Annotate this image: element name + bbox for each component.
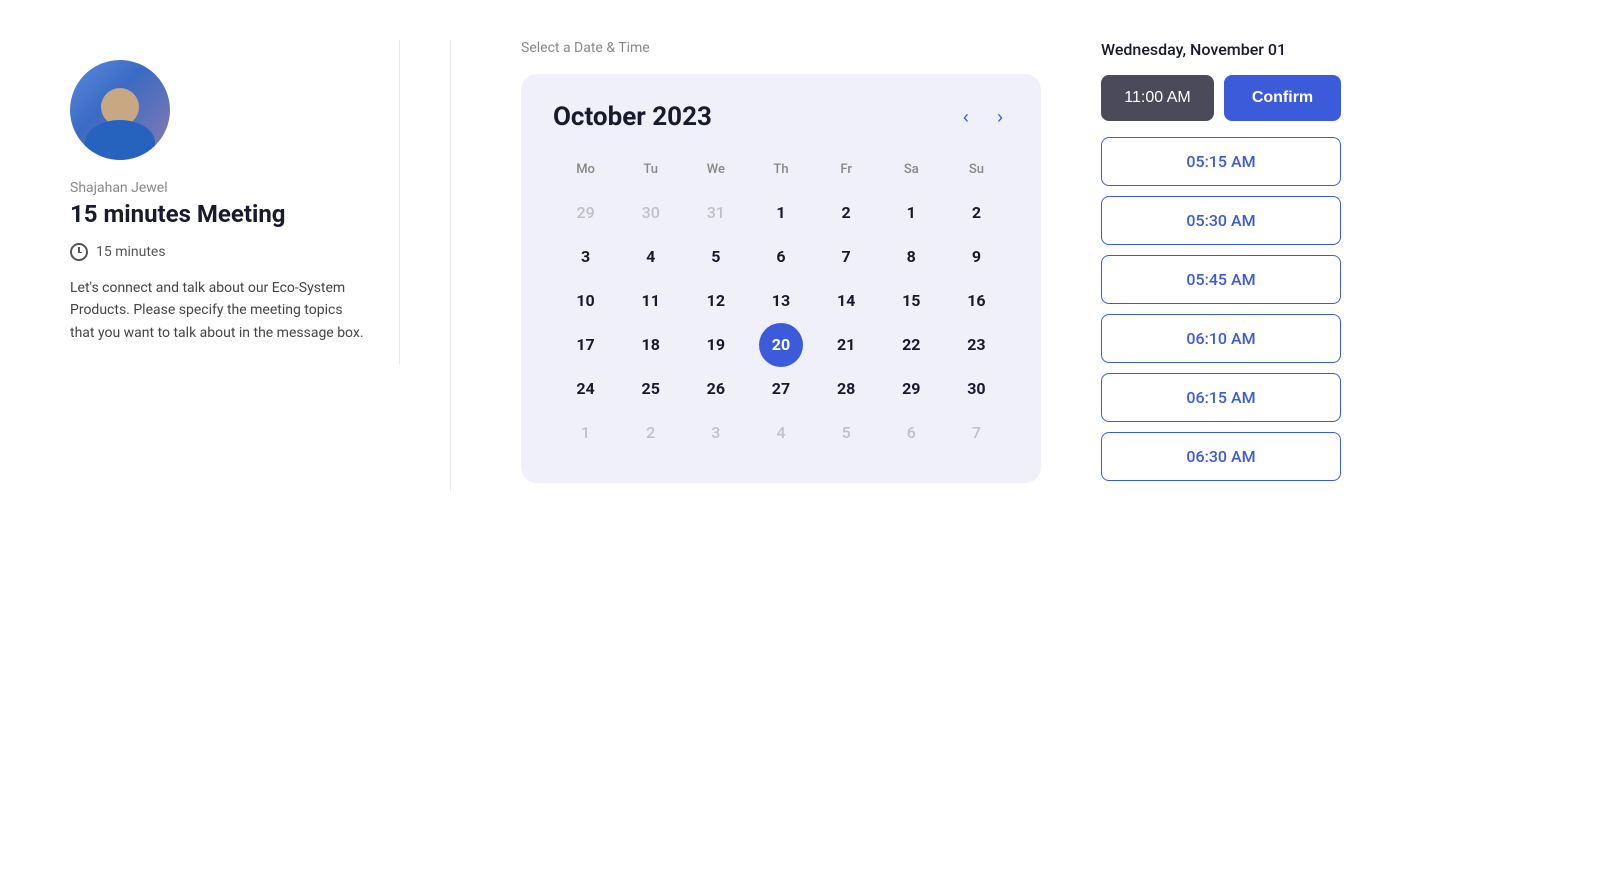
day-cell[interactable]: 17 [564,323,608,367]
day-cell[interactable]: 5 [694,235,738,279]
day-cell[interactable]: 1 [759,191,803,235]
day-cell: 1 [564,411,608,455]
time-slot-2[interactable]: 05:45 AM [1101,255,1341,304]
day-header-tu: Tu [618,156,683,191]
calendar-grid: Mo Tu We Th Fr Sa Su 29 30 31 1 2 1 2 3 … [553,156,1009,455]
avatar [70,60,170,160]
time-actions: 11:00 AM Confirm [1101,75,1341,121]
day-cell[interactable]: 12 [694,279,738,323]
day-header-th: Th [748,156,813,191]
day-cell: 31 [694,191,738,235]
day-cell[interactable]: 10 [564,279,608,323]
day-cell: 29 [564,191,608,235]
day-cell[interactable]: 29 [889,367,933,411]
day-cell[interactable]: 1 [889,191,933,235]
day-cell[interactable]: 30 [954,367,998,411]
day-header-su: Su [944,156,1009,191]
day-cell: 2 [629,411,673,455]
next-month-button[interactable]: › [991,103,1009,132]
left-panel: Shajahan Jewel 15 minutes Meeting 15 min… [60,40,400,364]
day-cell[interactable]: 25 [629,367,673,411]
day-cell[interactable]: 2 [824,191,868,235]
meeting-title: 15 minutes Meeting [70,200,369,229]
day-cell[interactable]: 21 [824,323,868,367]
day-cell[interactable]: 7 [824,235,868,279]
day-cell[interactable]: 9 [954,235,998,279]
day-cell[interactable]: 8 [889,235,933,279]
day-cell[interactable]: 18 [629,323,673,367]
day-cell[interactable]: 4 [629,235,673,279]
time-slot-4[interactable]: 06:15 AM [1101,373,1341,422]
day-cell: 3 [694,411,738,455]
time-slot-3[interactable]: 06:10 AM [1101,314,1341,363]
day-cell[interactable]: 26 [694,367,738,411]
day-cell[interactable]: 22 [889,323,933,367]
selected-time-button[interactable]: 11:00 AM [1101,75,1214,121]
day-cell[interactable]: 28 [824,367,868,411]
day-cell[interactable]: 19 [694,323,738,367]
day-header-we: We [683,156,748,191]
calendar-header: October 2023 ‹ › [553,102,1009,132]
time-slot-1[interactable]: 05:30 AM [1101,196,1341,245]
day-cell[interactable]: 11 [629,279,673,323]
description: Let's connect and talk about our Eco-Sys… [70,277,369,344]
day-cell[interactable]: 27 [759,367,803,411]
duration-text: 15 minutes [96,244,166,260]
calendar-container: October 2023 ‹ › Mo Tu We Th Fr Sa Su 29… [521,74,1041,483]
confirm-button[interactable]: Confirm [1224,75,1341,121]
calendar-month: October 2023 [553,102,712,132]
day-cell[interactable]: 23 [954,323,998,367]
time-slots-list: 05:15 AM 05:30 AM 05:45 AM 06:10 AM 06:1… [1101,137,1341,481]
calendar-panel: Select a Date & Time October 2023 ‹ › Mo… [501,40,1061,483]
section-label: Select a Date & Time [521,40,1041,56]
day-header-fr: Fr [814,156,879,191]
divider [450,40,451,491]
day-cell: 30 [629,191,673,235]
person-name: Shajahan Jewel [70,180,369,196]
calendar-nav: ‹ › [957,103,1009,132]
day-cell[interactable]: 3 [564,235,608,279]
day-cell[interactable]: 24 [564,367,608,411]
day-cell: 5 [824,411,868,455]
duration-row: 15 minutes [70,243,369,261]
day-cell[interactable]: 2 [954,191,998,235]
day-cell[interactable]: 14 [824,279,868,323]
day-cell[interactable]: 6 [759,235,803,279]
day-cell[interactable]: 16 [954,279,998,323]
day-cell-selected[interactable]: 20 [759,323,803,367]
day-cell[interactable]: 15 [889,279,933,323]
clock-icon [70,243,88,261]
right-panel: Wednesday, November 01 11:00 AM Confirm … [1061,40,1341,491]
day-cell[interactable]: 13 [759,279,803,323]
selected-date-label: Wednesday, November 01 [1101,40,1341,59]
time-slot-5[interactable]: 06:30 AM [1101,432,1341,481]
day-cell: 6 [889,411,933,455]
day-cell: 4 [759,411,803,455]
prev-month-button[interactable]: ‹ [957,103,975,132]
day-cell: 7 [954,411,998,455]
day-header-sa: Sa [879,156,944,191]
day-header-mo: Mo [553,156,618,191]
time-slot-0[interactable]: 05:15 AM [1101,137,1341,186]
